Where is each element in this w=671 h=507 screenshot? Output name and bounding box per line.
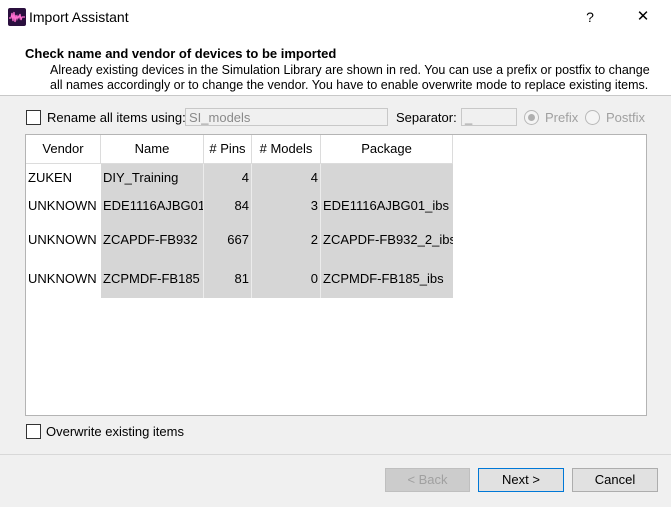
column-header-vendor[interactable]: Vendor [26, 135, 101, 164]
table-cell-name[interactable]: EDE1116AJBG01 [101, 192, 204, 220]
rename-checkbox-label: Rename all items using: [47, 110, 186, 125]
postfix-label: Postfix [606, 110, 646, 125]
postfix-radio[interactable] [585, 110, 600, 125]
help-button[interactable]: ? [575, 6, 605, 28]
table-cell-name[interactable]: DIY_Training [101, 164, 204, 192]
separator-label: Separator: [396, 110, 457, 125]
table-cell-package[interactable]: ZCPMDF-FB185_ibs [321, 260, 453, 298]
title-bar: Import Assistant ? ✕ [0, 0, 671, 34]
overwrite-checkbox[interactable] [26, 424, 41, 439]
table-cell-vendor[interactable]: UNKNOWN [26, 192, 101, 220]
cancel-button[interactable]: Cancel [572, 468, 658, 492]
rename-name-input[interactable]: SI_models [185, 108, 388, 126]
table-cell-package[interactable]: ZCAPDF-FB932_2_ibs [321, 220, 453, 260]
column-header-name[interactable]: Name [101, 135, 204, 164]
next-button[interactable]: Next > [478, 468, 564, 492]
devices-table[interactable]: Vendor Name # Pins # Models Package ZUKE… [25, 134, 647, 416]
rename-checkbox[interactable] [26, 110, 41, 125]
table-cell-pins[interactable]: 84 [204, 192, 252, 220]
wizard-header: Check name and vendor of devices to be i… [0, 34, 671, 96]
page-title: Check name and vendor of devices to be i… [25, 46, 337, 61]
rename-options: Rename all items using: SI_models Separa… [0, 108, 671, 128]
column-divider [320, 164, 321, 298]
table-cell-models[interactable]: 4 [252, 164, 321, 192]
table-cell-pins[interactable]: 81 [204, 260, 252, 298]
column-header-models[interactable]: # Models [252, 135, 321, 164]
table-cell-models[interactable]: 2 [252, 220, 321, 260]
page-description: Already existing devices in the Simulati… [50, 63, 650, 92]
table-cell-vendor[interactable]: ZUKEN [26, 164, 101, 192]
table-cell-name[interactable]: ZCPMDF-FB185 [101, 260, 204, 298]
footer-divider [0, 454, 671, 455]
column-divider [203, 164, 204, 298]
table-cell-models[interactable]: 0 [252, 260, 321, 298]
table-cell-name[interactable]: ZCAPDF-FB932 [101, 220, 204, 260]
separator-input[interactable]: _ [461, 108, 517, 126]
table-cell-package[interactable]: EDE1116AJBG01_ibs [321, 192, 453, 220]
prefix-radio[interactable] [524, 110, 539, 125]
table-cell-package[interactable] [321, 164, 453, 192]
table-cell-vendor[interactable]: UNKNOWN [26, 220, 101, 260]
close-icon[interactable]: ✕ [628, 6, 658, 28]
window-title: Import Assistant [29, 9, 129, 25]
overwrite-label: Overwrite existing items [46, 424, 184, 439]
table-cell-pins[interactable]: 667 [204, 220, 252, 260]
back-button[interactable]: < Back [385, 468, 470, 492]
table-cell-vendor[interactable]: UNKNOWN [26, 260, 101, 298]
column-header-pins[interactable]: # Pins [204, 135, 252, 164]
prefix-label: Prefix [545, 110, 579, 125]
column-divider [251, 164, 252, 298]
column-header-package[interactable]: Package [321, 135, 453, 164]
waveform-icon [8, 8, 26, 26]
table-cell-models[interactable]: 3 [252, 192, 321, 220]
table-cell-pins[interactable]: 4 [204, 164, 252, 192]
